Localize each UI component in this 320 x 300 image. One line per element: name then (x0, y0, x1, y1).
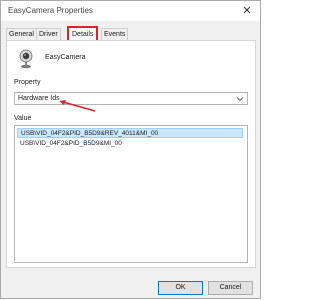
ok-button[interactable]: OK (158, 281, 203, 295)
property-dropdown[interactable]: Hardware Ids (14, 92, 248, 105)
button-bar: OK Cancel (1, 275, 260, 299)
tab-driver[interactable]: Driver (36, 28, 61, 40)
property-label: Property (14, 79, 41, 86)
webcam-icon (19, 49, 33, 69)
list-item[interactable]: USB\VID_04F2&PID_B5D9&MI_00 (17, 139, 243, 149)
device-name: EasyCamera (45, 54, 86, 61)
chevron-down-icon (236, 97, 244, 102)
tab-events[interactable]: Events (101, 28, 129, 40)
property-selected-value: Hardware Ids (18, 95, 60, 102)
value-label: Value (14, 115, 32, 122)
details-panel: EasyCamera Property Hardware Ids Value U… (6, 40, 256, 268)
value-list[interactable]: USB\VID_04F2&PID_B5D9&REV_4011&MI_00 USB… (14, 125, 248, 263)
window-title: EasyCamera Properties (8, 6, 93, 15)
tab-general[interactable]: General (6, 28, 37, 40)
annotation-arrow (59, 100, 96, 112)
list-item[interactable]: USB\VID_04F2&PID_B5D9&REV_4011&MI_00 (17, 128, 243, 138)
properties-dialog: EasyCamera Properties ✕ General Driver E… (0, 0, 261, 299)
title-bar: EasyCamera Properties ✕ (1, 1, 260, 21)
cancel-button[interactable]: Cancel (208, 281, 253, 295)
close-icon[interactable]: ✕ (240, 4, 254, 18)
